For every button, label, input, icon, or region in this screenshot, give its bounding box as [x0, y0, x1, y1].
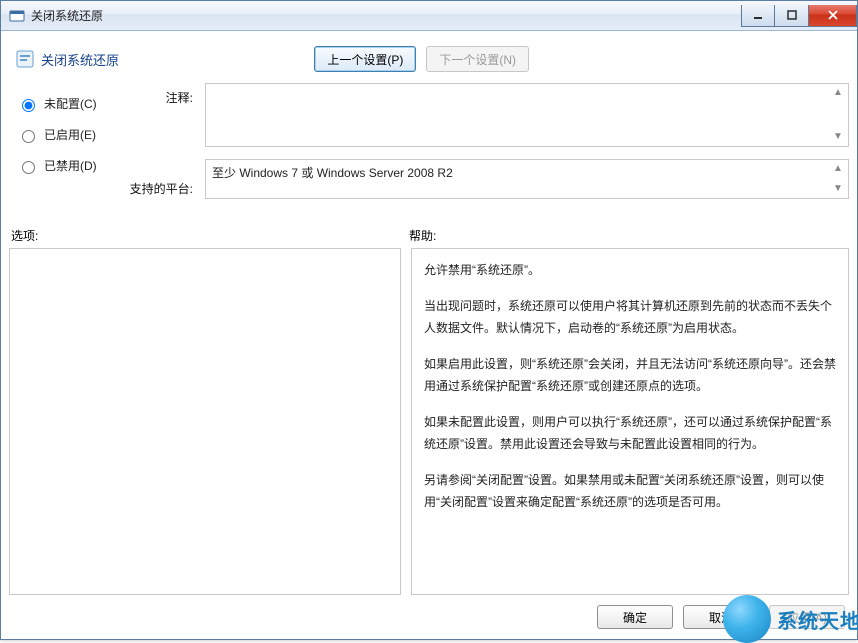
maximize-button[interactable] — [775, 5, 809, 27]
comment-textbox[interactable]: ▲ ▼ — [205, 83, 849, 147]
radio-not-configured-input[interactable] — [22, 99, 35, 112]
upper-section: 未配置(C) 已启用(E) 已禁用(D) 注释: 支持的平台: — [9, 83, 849, 213]
radio-enabled-input[interactable] — [22, 130, 35, 143]
help-text: 允许禁用“系统还原”。 当出现问题时，系统还原可以使用户将其计算机还原到先前的状… — [424, 259, 836, 513]
platform-scroll[interactable]: ▲ ▼ — [830, 162, 846, 196]
content-area: 关闭系统还原 上一个设置(P) 下一个设置(N) 未配置(C) 已启用(E) — [1, 31, 857, 639]
meta-fields-column: ▲ ▼ 至少 Windows 7 或 Windows Server 2008 R… — [205, 83, 849, 213]
window-title: 关闭系统还原 — [31, 7, 103, 24]
options-panel — [9, 248, 401, 595]
help-panel: 允许禁用“系统还原”。 当出现问题时，系统还原可以使用户将其计算机还原到先前的状… — [411, 248, 849, 595]
comment-scroll[interactable]: ▲ ▼ — [830, 86, 846, 144]
supported-on-label: 支持的平台: — [130, 180, 197, 197]
help-paragraph: 允许禁用“系统还原”。 — [424, 259, 836, 281]
radio-disabled-label: 已禁用(D) — [44, 157, 97, 174]
scroll-down-icon[interactable]: ▼ — [830, 182, 846, 196]
help-section-label: 帮助: — [409, 227, 436, 244]
ok-button[interactable]: 确定 — [597, 605, 673, 629]
dialog-footer: 确定 取消 应用(A) — [9, 595, 849, 631]
section-labels: 选项: 帮助: — [11, 227, 849, 244]
meta-labels-column: 注释: 支持的平台: — [117, 83, 197, 213]
radio-disabled[interactable]: 已禁用(D) — [17, 157, 103, 174]
app-icon — [9, 8, 25, 24]
radio-enabled[interactable]: 已启用(E) — [17, 126, 103, 143]
state-radio-group: 未配置(C) 已启用(E) 已禁用(D) — [9, 83, 109, 213]
titlebar: 关闭系统还原 — [1, 1, 857, 31]
supported-on-textbox: 至少 Windows 7 或 Windows Server 2008 R2 ▲ … — [205, 159, 849, 199]
policy-icon — [15, 49, 35, 69]
header-row: 关闭系统还原 上一个设置(P) 下一个设置(N) — [9, 39, 849, 79]
radio-disabled-input[interactable] — [22, 161, 35, 174]
radio-enabled-label: 已启用(E) — [44, 126, 96, 143]
supported-on-value: 至少 Windows 7 或 Windows Server 2008 R2 — [212, 166, 453, 180]
scroll-up-icon[interactable]: ▲ — [830, 86, 846, 100]
close-button[interactable] — [809, 5, 857, 27]
help-paragraph: 如果未配置此设置，则用户可以执行“系统还原”，还可以通过系统保护配置“系统还原”… — [424, 411, 836, 455]
panels-row: 允许禁用“系统还原”。 当出现问题时，系统还原可以使用户将其计算机还原到先前的状… — [9, 248, 849, 595]
page-title: 关闭系统还原 — [41, 50, 119, 69]
help-paragraph: 当出现问题时，系统还原可以使用户将其计算机还原到先前的状态而不丢失个人数据文件。… — [424, 295, 836, 339]
radio-not-configured[interactable]: 未配置(C) — [17, 95, 103, 112]
policy-editor-window: 关闭系统还原 关闭系统还原 上一个设置(P) 下一个设置(N) — [0, 0, 858, 640]
apply-button: 应用(A) — [769, 605, 845, 629]
radio-not-configured-label: 未配置(C) — [44, 95, 97, 112]
cancel-button[interactable]: 取消 — [683, 605, 759, 629]
options-section-label: 选项: — [11, 227, 409, 244]
scroll-down-icon[interactable]: ▼ — [830, 130, 846, 144]
next-setting-button: 下一个设置(N) — [426, 46, 529, 72]
minimize-button[interactable] — [741, 5, 775, 27]
scroll-up-icon[interactable]: ▲ — [830, 162, 846, 176]
window-controls — [741, 5, 857, 27]
previous-setting-button[interactable]: 上一个设置(P) — [314, 46, 416, 72]
help-paragraph: 另请参阅“关闭配置”设置。如果禁用或未配置“关闭系统还原”设置，则可以使用“关闭… — [424, 469, 836, 513]
comment-label: 注释: — [166, 89, 197, 106]
help-paragraph: 如果启用此设置，则“系统还原”会关闭，并且无法访问“系统还原向导”。还会禁用通过… — [424, 353, 836, 397]
